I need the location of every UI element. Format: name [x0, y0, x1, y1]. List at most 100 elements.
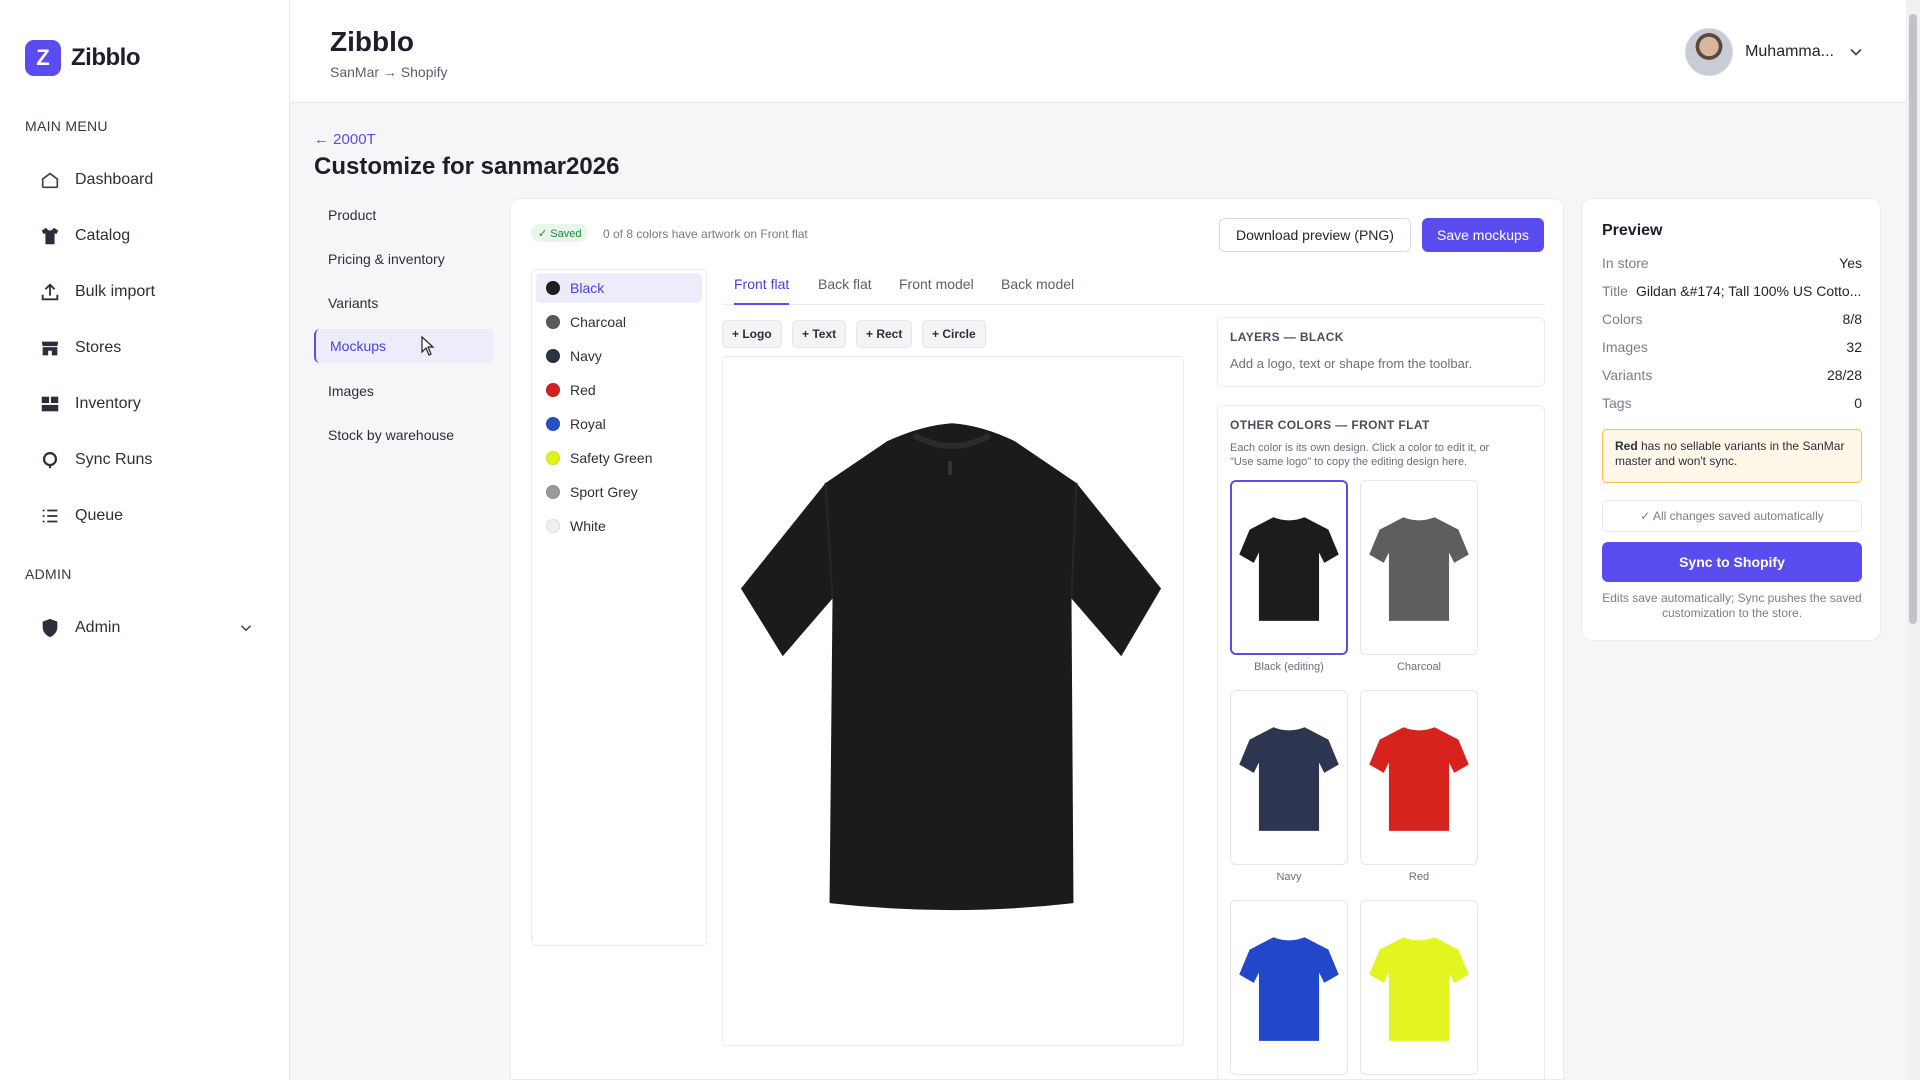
preview-value: 8/8: [1842, 311, 1862, 327]
color-thumb-label: Red: [1408, 871, 1430, 883]
color-thumb-black[interactable]: [1230, 480, 1348, 655]
layers-hint: Add a logo, text or shape from the toolb…: [1230, 356, 1473, 371]
sidebar-item-label: Admin: [75, 619, 121, 636]
tshirt-thumb-icon: [1369, 516, 1469, 621]
sidebar-item-stores[interactable]: Stores: [25, 328, 265, 368]
mockup-canvas[interactable]: [722, 356, 1184, 1046]
color-thumb-red[interactable]: [1360, 690, 1478, 865]
back-link[interactable]: ← 2000T: [314, 131, 376, 148]
tab-back-model[interactable]: Back model: [1001, 276, 1074, 305]
color-item-white[interactable]: White: [536, 511, 702, 541]
tab-back-flat[interactable]: Back flat: [818, 276, 872, 305]
color-item-red[interactable]: Red: [536, 375, 702, 405]
save-mockups-button[interactable]: Save mockups: [1422, 218, 1544, 252]
color-item-safety-green[interactable]: Safety Green: [536, 443, 702, 473]
sidebar: Z Zibblo MAIN MENU Dashboard Catalog Bul…: [0, 0, 290, 1080]
subnav-variants[interactable]: Variants: [314, 286, 494, 320]
grid-icon: [39, 393, 61, 415]
preview-row-colors: Colors 8/8: [1602, 311, 1862, 327]
layers-title: LAYERS — BLACK: [1230, 330, 1344, 344]
warning-color: Red: [1615, 439, 1638, 453]
artwork-status-text: 0 of 8 colors have artwork on Front flat: [603, 227, 808, 241]
sidebar-item-dashboard[interactable]: Dashboard: [25, 160, 265, 200]
preview-title: Preview: [1602, 222, 1663, 239]
preview-row-in-store: In store Yes: [1602, 255, 1862, 271]
tshirt-thumb-icon: [1239, 726, 1339, 831]
color-item-sport-grey[interactable]: Sport Grey: [536, 477, 702, 507]
other-colors-hint-line-1: Each color is its own design. Click a co…: [1230, 442, 1490, 454]
color-thumb-navy[interactable]: [1230, 690, 1348, 865]
sidebar-item-label: Dashboard: [75, 171, 154, 188]
page-header-subtitle: SanMar → Shopify: [330, 64, 448, 80]
color-swatch: [546, 519, 560, 533]
preview-label: Colors: [1602, 311, 1643, 327]
sidebar-item-bulk-import[interactable]: Bulk import: [25, 272, 265, 312]
subnav-product[interactable]: Product: [314, 198, 494, 232]
tab-front-flat[interactable]: Front flat: [734, 276, 790, 305]
shield-icon: [39, 617, 61, 639]
preview-label: Tags: [1602, 395, 1632, 411]
add-logo-button[interactable]: + Logo: [722, 320, 782, 348]
color-swatch: [546, 349, 560, 363]
color-list: Black Charcoal Navy Red Royal Safety Gre…: [531, 269, 707, 946]
subnav-images[interactable]: Images: [314, 374, 494, 408]
brand-name: Zibblo: [71, 44, 140, 71]
sidebar-item-catalog[interactable]: Catalog: [25, 216, 265, 256]
preview-card: Preview In store Yes Title Gildan &#174;…: [1581, 198, 1881, 641]
tshirt-thumb-icon: [1369, 936, 1469, 1041]
sidebar-item-queue[interactable]: Queue: [25, 496, 265, 536]
tab-front-model[interactable]: Front model: [899, 276, 974, 305]
tshirt-thumb-icon: [1369, 726, 1469, 831]
tshirt-mockup-image: [740, 423, 1162, 911]
color-item-navy[interactable]: Navy: [536, 341, 702, 371]
color-label: Red: [570, 382, 596, 398]
color-thumb-royal[interactable]: [1230, 900, 1348, 1075]
preview-value: 28/28: [1826, 367, 1862, 383]
subnav-stock-by-warehouse[interactable]: Stock by warehouse: [314, 418, 494, 452]
chevron-down-icon[interactable]: [1846, 42, 1866, 62]
subnav-mockups[interactable]: Mockups: [314, 329, 494, 363]
preview-footnote: Edits save automatically; Sync pushes th…: [1602, 591, 1862, 620]
mouse-cursor-icon: [421, 335, 435, 356]
chevron-down-icon[interactable]: [237, 619, 255, 637]
preview-row-images: Images 32: [1602, 339, 1862, 355]
sidebar-item-label: Stores: [75, 339, 122, 356]
sidebar-item-admin[interactable]: Admin: [25, 608, 265, 648]
color-item-black[interactable]: Black: [536, 273, 702, 303]
color-item-royal[interactable]: Royal: [536, 409, 702, 439]
color-label: Sport Grey: [570, 484, 638, 500]
color-thumb-charcoal[interactable]: [1360, 480, 1478, 655]
upload-icon: [39, 281, 61, 303]
preview-value: Yes: [1839, 255, 1862, 271]
color-label: Charcoal: [570, 314, 627, 330]
color-label: White: [570, 518, 606, 534]
warning-text: has no sellable variants in the SanMar m…: [1615, 439, 1845, 468]
main-menu-heading: MAIN MENU: [25, 118, 108, 134]
download-preview-button[interactable]: Download preview (PNG): [1219, 218, 1411, 252]
sidebar-item-inventory[interactable]: Inventory: [25, 384, 265, 424]
scrollbar-thumb[interactable]: [1909, 14, 1917, 624]
sidebar-item-sync-runs[interactable]: Sync Runs: [25, 440, 265, 480]
add-rect-button[interactable]: + Rect: [856, 320, 913, 348]
preview-value: 0: [1854, 395, 1862, 411]
status-badge: ✓ Saved: [531, 224, 589, 242]
color-thumb-label: Navy: [1276, 871, 1302, 883]
color-item-charcoal[interactable]: Charcoal: [536, 307, 702, 337]
color-swatch: [546, 383, 560, 397]
add-circle-button[interactable]: + Circle: [922, 320, 986, 348]
subnav-pricing-inventory[interactable]: Pricing & inventory: [314, 242, 494, 276]
home-icon: [39, 169, 61, 191]
page-scrollbar[interactable]: [1906, 0, 1920, 1080]
preview-value: 32: [1846, 339, 1862, 355]
auto-saved-status: ✓ All changes saved automatically: [1602, 500, 1862, 532]
page-header-title: Zibblo: [330, 26, 414, 57]
sync-to-shopify-button[interactable]: Sync to Shopify: [1602, 542, 1862, 582]
color-label: Black: [570, 280, 605, 296]
user-menu[interactable]: Muhamma...: [1685, 28, 1866, 76]
preview-label: Title: [1602, 283, 1628, 299]
avatar[interactable]: [1685, 28, 1734, 76]
preview-row-tags: Tags 0: [1602, 395, 1862, 411]
color-thumb-safety-green[interactable]: [1360, 900, 1478, 1075]
add-text-button[interactable]: + Text: [792, 320, 847, 348]
brand-logo[interactable]: Z Zibblo: [25, 40, 140, 76]
